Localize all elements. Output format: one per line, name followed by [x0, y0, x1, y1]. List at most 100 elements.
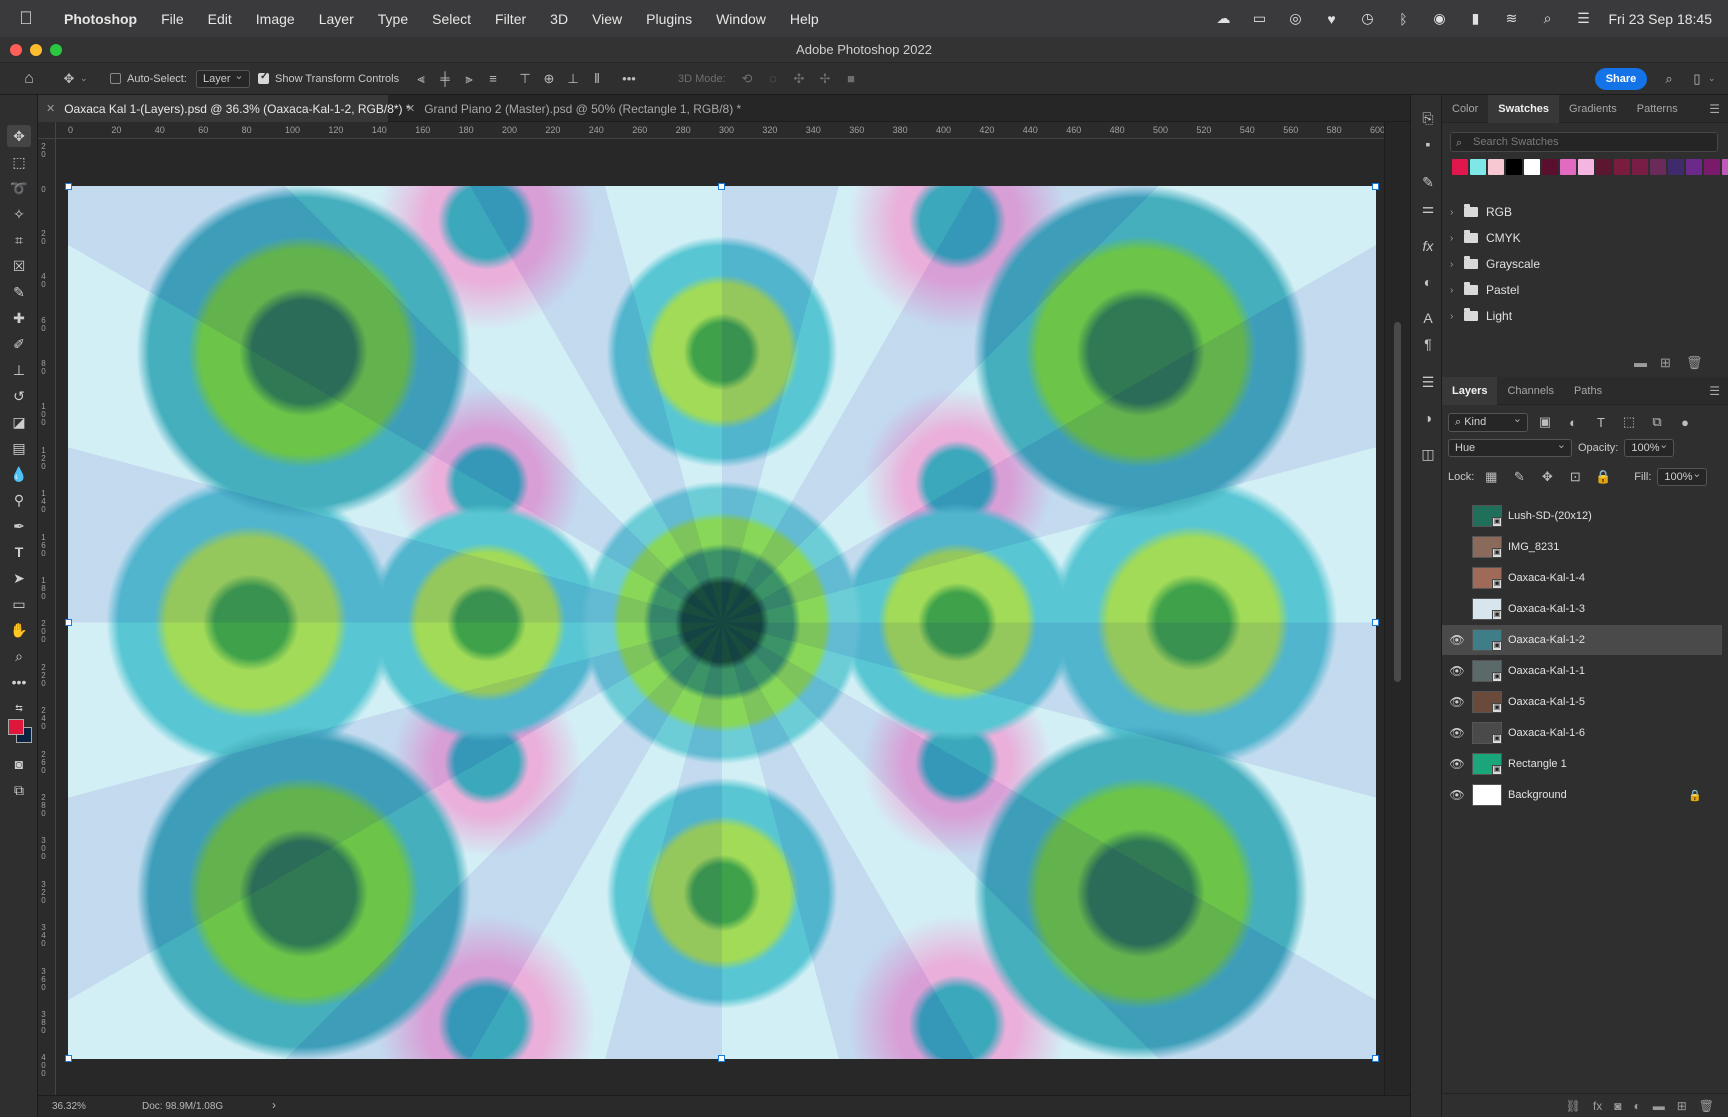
more-options-icon[interactable]: ••• — [618, 69, 640, 89]
new-swatch-icon[interactable]: ⊞ — [1660, 355, 1671, 371]
eyedropper-tool-icon[interactable]: ✎ — [7, 281, 31, 303]
crop-tool-icon[interactable]: ⌗ — [7, 229, 31, 251]
layer-thumbnail[interactable]: ▣ — [1472, 660, 1502, 682]
ruler-origin[interactable] — [38, 122, 56, 139]
bluetooth-icon[interactable]: ᛒ — [1392, 10, 1414, 28]
antivirus-icon[interactable]: ♥ — [1320, 10, 1342, 28]
tab-swatches[interactable]: Swatches — [1488, 94, 1560, 123]
eraser-tool-icon[interactable]: ◪ — [7, 411, 31, 433]
color-swatch[interactable] — [1614, 159, 1630, 175]
panel-menu-icon[interactable]: ☰ — [1709, 102, 1720, 116]
filter-smart-object-icon[interactable]: ⧉ — [1646, 412, 1668, 432]
zoom-level[interactable]: 36.32% — [52, 1101, 86, 1112]
menu-edit[interactable]: Edit — [196, 11, 244, 27]
color-swatch[interactable] — [1704, 159, 1720, 175]
document-tab[interactable]: ✕ Grand Piano 2 (Master).psd @ 50% (Rect… — [398, 95, 741, 122]
foreground-color-swatch[interactable] — [8, 719, 24, 735]
color-swatch[interactable] — [1632, 159, 1648, 175]
vertical-scroll-thumb[interactable] — [1394, 322, 1401, 682]
color-swatch[interactable] — [1596, 159, 1612, 175]
lock-position-icon[interactable]: ✥ — [1536, 467, 1558, 487]
document-canvas[interactable] — [68, 186, 1376, 1059]
distribute-vertical-icon[interactable]: ⦀ — [586, 69, 608, 89]
transform-handle-right[interactable] — [1372, 619, 1379, 626]
layer-row[interactable]: 👁 ▣ Oaxaca-Kal-1-5 — [1442, 687, 1722, 717]
layer-name[interactable]: Background — [1508, 789, 1567, 801]
battery-icon[interactable]: ▮ — [1464, 10, 1486, 28]
paragraph-panel-icon[interactable]: ¶ — [1417, 333, 1439, 355]
align-bottom-icon[interactable]: ⊥ — [562, 69, 584, 89]
trash-icon[interactable]: 🗑 — [1686, 355, 1703, 371]
gradient-tool-icon[interactable]: ▤ — [7, 437, 31, 459]
spotlight-icon[interactable]: ⌕ — [1536, 10, 1558, 28]
new-group-icon[interactable]: ▬ — [1653, 1099, 1665, 1113]
auto-select-checkbox[interactable]: Auto-Select: — [110, 73, 187, 85]
layer-name[interactable]: Oaxaca-Kal-1-1 — [1508, 665, 1585, 677]
menu-app-name[interactable]: Photoshop — [52, 11, 149, 27]
layer-name[interactable]: Lush-SD-(20x12) — [1508, 510, 1592, 522]
clone-stamp-tool-icon[interactable]: ⊥ — [7, 359, 31, 381]
align-vertical-center-icon[interactable]: ⊕ — [538, 69, 560, 89]
properties-panel-icon[interactable]: ☰ — [1417, 371, 1439, 393]
layer-name[interactable]: IMG_8231 — [1508, 541, 1559, 553]
lock-image-icon[interactable]: ✎ — [1508, 467, 1530, 487]
distribute-horizontal-icon[interactable]: ≡ — [482, 69, 504, 89]
cloud-icon[interactable]: ☁ — [1212, 10, 1234, 28]
new-group-icon[interactable]: ▬ — [1634, 355, 1647, 370]
transform-handle-bottom[interactable] — [718, 1055, 725, 1062]
new-adjustment-layer-icon[interactable]: ◐ — [1633, 1099, 1640, 1113]
search-icon[interactable]: ⌕ — [1658, 69, 1680, 89]
chevron-right-icon[interactable]: › — [1450, 311, 1464, 322]
color-swatch[interactable] — [1452, 159, 1468, 175]
wifi-icon[interactable]: ≋ — [1500, 10, 1522, 28]
color-swatch[interactable] — [1650, 159, 1666, 175]
fill-input[interactable]: 100% — [1657, 467, 1708, 486]
layer-thumbnail[interactable]: ▣ — [1472, 722, 1502, 744]
status-menu-arrow[interactable]: › — [272, 1098, 276, 1112]
auto-select-dropdown[interactable]: Layer — [196, 69, 250, 88]
color-swatch[interactable] — [1578, 159, 1594, 175]
brush-settings-icon[interactable]: ⚌ — [1417, 197, 1439, 219]
airdrop-icon[interactable]: ◉ — [1428, 10, 1450, 28]
edit-toolbar-icon[interactable]: ••• — [7, 671, 31, 693]
new-layer-icon[interactable]: ⊞ — [1677, 1099, 1687, 1113]
history-brush-tool-icon[interactable]: ↺ — [7, 385, 31, 407]
zoom-tool-icon[interactable]: ⌕ — [7, 645, 31, 667]
lock-all-icon[interactable]: 🔒 — [1592, 467, 1614, 487]
layer-thumbnail[interactable] — [1472, 784, 1502, 806]
align-right-icon[interactable]: ⫸ — [458, 69, 480, 89]
link-layers-icon[interactable]: ⛓ — [1566, 1099, 1581, 1113]
visibility-eye-icon[interactable]: 👁 — [1442, 695, 1472, 709]
navigator-panel-icon[interactable]: ◑ — [1417, 407, 1439, 429]
panel-menu-icon[interactable]: ☰ — [1709, 384, 1720, 398]
creative-cloud-icon[interactable]: ◎ — [1284, 10, 1306, 28]
workspace-switcher-icon[interactable]: ▯ ⌄ — [1686, 69, 1715, 89]
layer-thumbnail[interactable]: ▣ — [1472, 567, 1502, 589]
layer-row[interactable]: ▣ Oaxaca-Kal-1-3 — [1442, 594, 1722, 624]
layer-row[interactable]: ▣ Lush-SD-(20x12) — [1442, 501, 1722, 531]
type-tool-icon[interactable]: T — [7, 541, 31, 563]
swatch-group-light[interactable]: › Light — [1450, 303, 1512, 329]
layer-row[interactable]: 👁 ▣ Rectangle 1 — [1442, 749, 1722, 779]
layer-name[interactable]: Oaxaca-Kal-1-6 — [1508, 727, 1585, 739]
time-machine-icon[interactable]: ◷ — [1356, 10, 1378, 28]
menu-layer[interactable]: Layer — [307, 11, 366, 27]
brush-tool-icon[interactable]: ✐ — [7, 333, 31, 355]
color-swatch[interactable] — [1488, 159, 1504, 175]
rectangle-tool-icon[interactable]: ▭ — [7, 593, 31, 615]
layer-name[interactable]: Oaxaca-Kal-1-2 — [1508, 634, 1585, 646]
layer-row[interactable]: 👁 Background 🔒 — [1442, 780, 1722, 810]
menu-image[interactable]: Image — [244, 11, 307, 27]
transform-handle-bottom-right[interactable] — [1372, 1055, 1379, 1062]
layer-filter-kind-dropdown[interactable]: ⌕ Kind — [1448, 412, 1528, 432]
share-button[interactable]: Share — [1595, 68, 1647, 90]
history-panel-icon[interactable]: ⎘ — [1417, 107, 1439, 129]
libraries-panel-icon[interactable]: ◫ — [1417, 443, 1439, 465]
filter-adjustment-icon[interactable]: ◐ — [1562, 412, 1584, 432]
filter-pixel-icon[interactable]: ▣ — [1534, 412, 1556, 432]
color-swatch[interactable] — [1470, 159, 1486, 175]
move-tool-preset-icon[interactable]: ✥ ⌄ — [58, 69, 88, 89]
layer-row[interactable]: 👁 ▣ Oaxaca-Kal-1-6 — [1442, 718, 1722, 748]
layer-thumbnail[interactable]: ▣ — [1472, 691, 1502, 713]
tab-color[interactable]: Color — [1442, 95, 1488, 123]
